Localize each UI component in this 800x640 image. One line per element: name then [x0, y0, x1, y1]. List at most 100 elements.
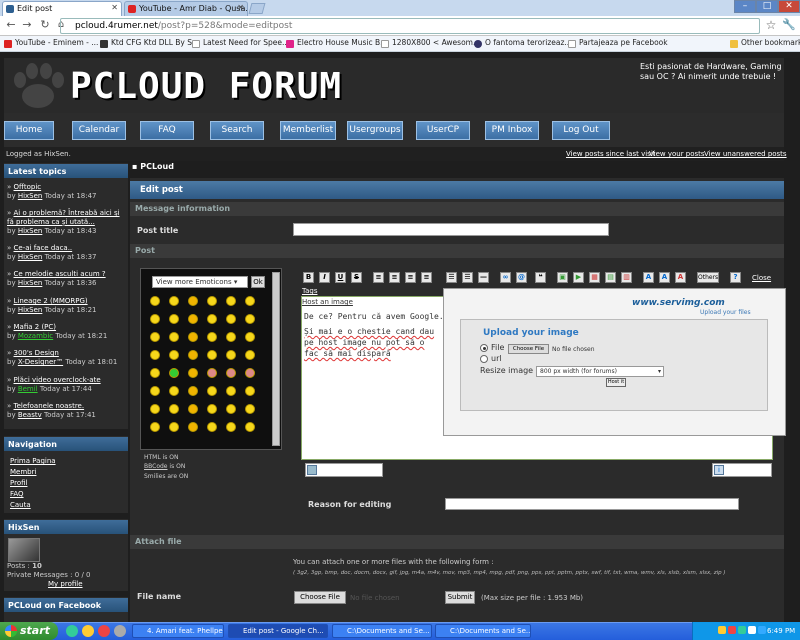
topic-author[interactable]: X-Designer™	[18, 358, 63, 366]
nav-usercp-button[interactable]: UserCP	[416, 121, 470, 140]
resize-icon[interactable]	[307, 465, 317, 475]
emoticon-icon[interactable]	[226, 404, 236, 414]
resize-select[interactable]: 800 px width (for forums) ▾	[536, 366, 664, 377]
emoticon-icon[interactable]	[226, 314, 236, 324]
bookmark-item[interactable]: Latest Need for Spee...	[192, 38, 289, 50]
emoticon-icon[interactable]	[169, 404, 179, 414]
host-image-link[interactable]: Host an image	[302, 298, 353, 306]
choose-file-button[interactable]: Choose File	[294, 591, 346, 604]
align-center-button[interactable]: ≡	[389, 272, 400, 283]
forward-icon[interactable]: →	[20, 18, 34, 32]
emoticon-icon[interactable]	[226, 350, 236, 360]
emoticon-icon[interactable]	[150, 296, 160, 306]
nav-usergroups-button[interactable]: Usergroups	[347, 121, 403, 140]
emoticon-icon[interactable]	[207, 404, 217, 414]
bookmark-item[interactable]: O fantoma terorizeaz...	[474, 38, 572, 50]
emoticon-icon[interactable]	[188, 404, 198, 414]
emoticon-icon[interactable]	[188, 422, 198, 432]
emoticon-icon[interactable]	[226, 332, 236, 342]
bold-button[interactable]: B	[303, 272, 314, 283]
bookmark-item[interactable]: 1280X800 < Awesom...	[381, 38, 480, 50]
nav-link-prima-pagina[interactable]: Prima Pagina	[10, 457, 56, 465]
quicklaunch-icon[interactable]	[66, 625, 78, 637]
emoticon-icon[interactable]	[245, 350, 255, 360]
emoticon-icon[interactable]	[226, 368, 236, 378]
bbcode-link[interactable]: BBCode	[144, 463, 168, 470]
close-link[interactable]: Close	[752, 274, 771, 282]
reload-icon[interactable]: ↻	[38, 18, 52, 32]
emoticon-icon[interactable]	[207, 296, 217, 306]
topic-author[interactable]: HixSen	[18, 192, 43, 200]
topic-author[interactable]: Bemil	[18, 385, 38, 393]
emoticon-icon[interactable]	[169, 368, 179, 378]
taskbar-item[interactable]: 4. Amari feat. Phellpe...	[132, 624, 224, 638]
email-button[interactable]: @	[516, 272, 527, 283]
nav-link-cauta[interactable]: Cauta	[10, 501, 31, 509]
emoticon-icon[interactable]	[188, 296, 198, 306]
topic-link[interactable]: Ce melodie asculti acum ?	[14, 270, 106, 278]
topic-link[interactable]: Telefoanele noastre.	[14, 402, 85, 410]
emoticon-icon[interactable]	[226, 422, 236, 432]
close-window-button[interactable]: ✕	[778, 0, 800, 13]
emoticon-icon[interactable]	[150, 332, 160, 342]
emoticon-icon[interactable]	[226, 296, 236, 306]
others-button[interactable]: Others	[697, 272, 719, 283]
emoticon-icon[interactable]	[169, 296, 179, 306]
emoticon-icon[interactable]	[207, 332, 217, 342]
link-new-posts[interactable]: View posts since last visit	[566, 150, 656, 158]
topic-author[interactable]: HixSen	[18, 279, 43, 287]
minimize-button[interactable]: –	[734, 0, 756, 13]
underline-button[interactable]: U	[335, 272, 346, 283]
emoticon-icon[interactable]	[188, 386, 198, 396]
tray-icon[interactable]	[728, 626, 736, 634]
emoticon-ok-button[interactable]: Ok	[251, 276, 265, 288]
strike-button[interactable]: S	[351, 272, 362, 283]
other-bookmarks[interactable]: Other bookmarks	[730, 38, 800, 50]
tray-icon[interactable]	[748, 626, 756, 634]
breadcrumb[interactable]: ▪ PCLoud	[132, 162, 174, 171]
emoticon-icon[interactable]	[245, 296, 255, 306]
taskbar-item-active[interactable]: Edit post - Google Ch...	[228, 624, 328, 638]
emoticon-icon[interactable]	[188, 350, 198, 360]
emoticon-icon[interactable]	[169, 314, 179, 324]
emoticon-icon[interactable]	[245, 314, 255, 324]
taskbar-item[interactable]: C:\Documents and Se...	[332, 624, 432, 638]
emoticon-icon[interactable]	[245, 368, 255, 378]
avatar[interactable]	[8, 538, 40, 562]
emoticon-icon[interactable]	[207, 314, 217, 324]
nav-faq-button[interactable]: FAQ	[140, 121, 194, 140]
forum-logo[interactable]: PCLOUD FORUM	[70, 66, 342, 107]
emoticon-select[interactable]: View more Emoticons ▾	[152, 276, 248, 288]
tags-link[interactable]: Tags	[302, 287, 318, 295]
emoticon-icon[interactable]	[188, 314, 198, 324]
bookmark-item[interactable]: Ktd CFG Ktd DLL By S...	[100, 38, 199, 50]
url-radio[interactable]	[480, 355, 488, 363]
topic-author[interactable]: HixSen	[18, 227, 43, 235]
topic-link[interactable]: Plăci video overclock-ate	[14, 376, 101, 384]
emoticon-icon[interactable]	[150, 404, 160, 414]
bookmark-item[interactable]: Partajeaza pe Facebook	[568, 38, 668, 50]
emoticon-icon[interactable]	[150, 386, 160, 396]
emoticon-icon[interactable]	[226, 386, 236, 396]
nav-pminbox-button[interactable]: PM Inbox	[485, 121, 539, 140]
justify-button[interactable]: ≡	[421, 272, 432, 283]
topic-link[interactable]: Mafia 2 (PC)	[14, 323, 57, 331]
spoiler-button[interactable]: ▥	[621, 272, 632, 283]
emoticon-icon[interactable]	[188, 368, 198, 378]
quicklaunch-icon[interactable]	[114, 625, 126, 637]
close-tab-icon[interactable]: ✕	[237, 3, 244, 12]
bookmark-item[interactable]: YouTube - Eminem - ...	[4, 38, 98, 50]
emoticon-icon[interactable]	[150, 368, 160, 378]
emoticon-icon[interactable]	[169, 350, 179, 360]
emoticons-scrollbar[interactable]	[272, 272, 280, 446]
nav-link-faq[interactable]: FAQ	[10, 490, 24, 498]
emoticon-icon[interactable]	[150, 422, 160, 432]
link-your-posts[interactable]: View your posts	[649, 150, 705, 158]
page-menu-icon[interactable]: 🔧	[782, 18, 796, 32]
video-button[interactable]: ▶	[573, 272, 584, 283]
maximize-button[interactable]: □	[756, 0, 778, 13]
emoticon-icon[interactable]	[150, 350, 160, 360]
align-left-button[interactable]: ≡	[373, 272, 384, 283]
address-bar[interactable]: pcloud.4rumer.net/post?p=528&mode=editpo…	[60, 18, 760, 34]
font-button[interactable]: A	[643, 272, 654, 283]
